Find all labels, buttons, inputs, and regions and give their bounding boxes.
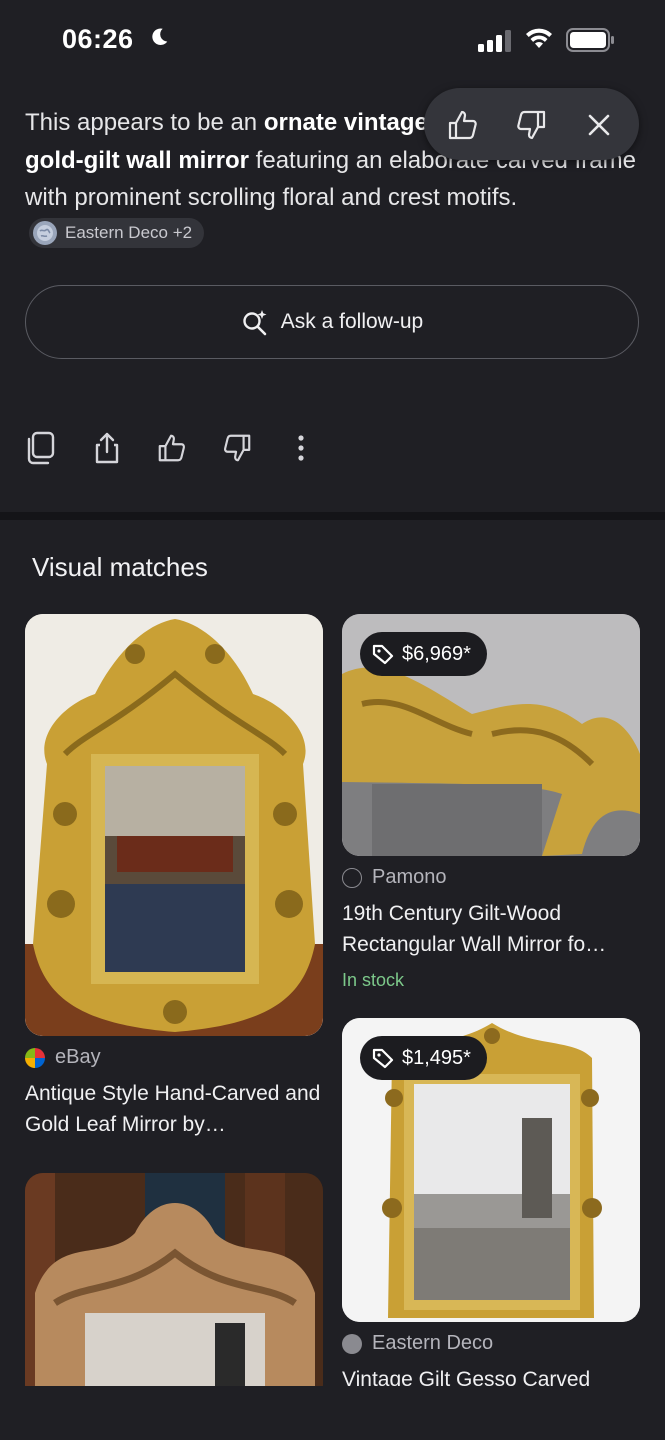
moon-icon <box>152 28 168 45</box>
result-image[interactable]: $1,495* <box>342 1018 640 1322</box>
result-card[interactable]: $1,495* Eastern Deco Vintage Gilt Gesso … <box>342 1018 640 1391</box>
source-chip-label: Eastern Deco +2 <box>65 223 193 243</box>
visual-matches-title: Visual matches <box>32 552 208 582</box>
tag-icon <box>372 1048 394 1069</box>
result-title[interactable]: Antique Style Hand-Carved and Gold Leaf … <box>25 1078 325 1140</box>
ask-followup-button[interactable]: Ask a follow-up <box>25 285 639 359</box>
response-actions <box>25 430 325 470</box>
copy-icon[interactable] <box>25 430 57 466</box>
source-chip[interactable]: Eastern Deco +2 <box>29 218 205 249</box>
globe-icon <box>33 221 57 246</box>
globe-icon <box>342 1333 362 1354</box>
battery-icon <box>566 28 614 52</box>
result-image[interactable] <box>25 614 323 1036</box>
price-label: $6,969* <box>402 642 471 665</box>
result-title[interactable]: 19th Century Gilt-Wood Rectangular Wall … <box>342 898 642 960</box>
thumbs-down-icon[interactable] <box>221 430 253 466</box>
result-source-label: eBay <box>55 1046 101 1068</box>
thumbs-up-icon[interactable] <box>156 430 188 466</box>
status-time: 06:26 <box>62 24 134 54</box>
price-label: $1,495* <box>402 1046 471 1069</box>
thumbs-up-icon[interactable] <box>446 108 480 142</box>
result-card[interactable]: eBay Antique Style Hand-Carved and Gold … <box>25 614 323 1144</box>
price-badge: $1,495* <box>360 1036 487 1080</box>
result-image[interactable]: $6,969* <box>342 614 640 856</box>
tag-icon <box>372 644 394 665</box>
more-vert-icon[interactable] <box>287 430 319 466</box>
result-source-label: Eastern Deco <box>372 1332 494 1354</box>
result-card[interactable]: $6,969* Pamono 19th Century Gilt-Wood Re… <box>342 614 640 994</box>
result-card[interactable] <box>25 1173 323 1403</box>
section-divider <box>0 512 665 520</box>
stock-status: In stock <box>342 970 405 990</box>
wifi-icon <box>526 28 552 48</box>
price-badge: $6,969* <box>360 632 487 676</box>
followup-label: Ask a follow-up <box>280 310 424 333</box>
ebay-icon <box>25 1047 45 1068</box>
feedback-popup <box>424 88 639 160</box>
share-icon[interactable] <box>91 430 123 466</box>
result-image[interactable] <box>25 1173 323 1403</box>
signal-icon <box>478 30 511 52</box>
status-bar: 06:26 <box>0 0 665 80</box>
bottom-edge <box>0 1386 665 1440</box>
result-source-label: Pamono <box>372 866 447 888</box>
summary-pre: This appears to be an <box>25 109 264 136</box>
search-sparkle-icon <box>243 310 267 336</box>
close-icon[interactable] <box>582 108 616 142</box>
result-source: eBay <box>25 1046 101 1069</box>
result-source: Eastern Deco <box>342 1332 493 1355</box>
thumbs-down-icon[interactable] <box>514 108 548 142</box>
globe-icon <box>342 867 362 888</box>
result-source: Pamono <box>342 866 447 889</box>
